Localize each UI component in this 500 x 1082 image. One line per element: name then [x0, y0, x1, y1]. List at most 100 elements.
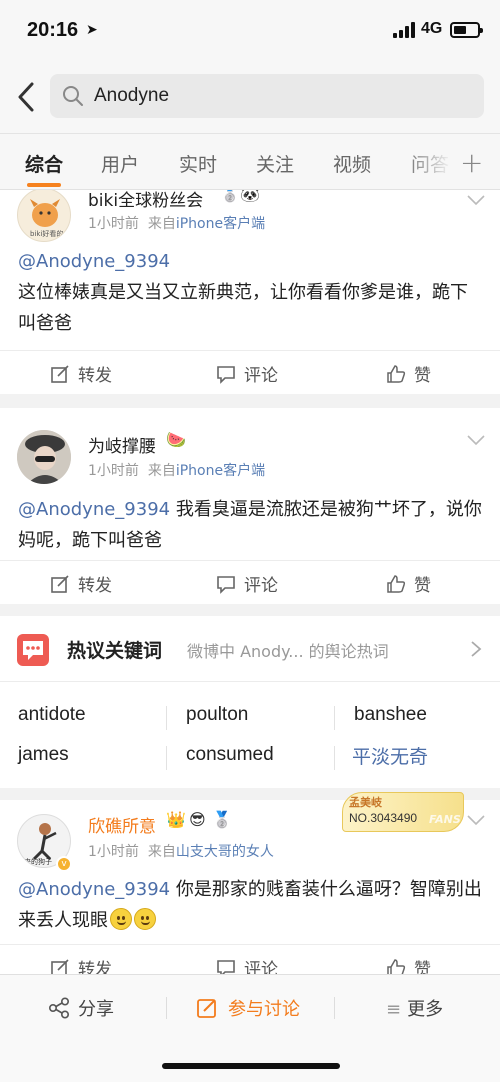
medal-icon: 🥈 [212, 810, 232, 829]
feed: biki好看的 biki全球粉丝会 🥈 🐼 1小时前 来自iPhone客户端 @… [0, 190, 500, 974]
like-icon [387, 959, 406, 974]
keyword-item[interactable]: 平淡无奇 [352, 742, 428, 769]
more-button[interactable]: ≡ 更多 [386, 995, 443, 1021]
like-button[interactable]: 赞 [386, 571, 431, 596]
repost-icon [51, 959, 69, 974]
share-icon [48, 997, 70, 1019]
divider [334, 997, 335, 1019]
like-icon [387, 365, 406, 383]
bottom-action-bar: 分享 参与讨论 ≡ 更多 [0, 974, 500, 1082]
divider [166, 706, 167, 730]
back-icon[interactable] [12, 80, 42, 114]
comment-icon [217, 576, 235, 594]
divider [334, 706, 335, 730]
status-bar: 20:16 ➤ 4G [0, 0, 500, 62]
keyword-item[interactable]: banshee [354, 704, 427, 726]
hot-keywords-header[interactable]: 热议关键词 微博中 Anody... 的舆论热词 [0, 616, 500, 682]
tab-users[interactable]: 用户 [101, 150, 139, 177]
chevron-down-icon[interactable] [466, 194, 486, 206]
divider [166, 746, 167, 770]
mention-link[interactable]: @Anodyne_9394 [18, 879, 170, 900]
verified-badge-icon: v [56, 856, 72, 872]
like-icon [387, 575, 406, 593]
repost-button[interactable]: 转发 [50, 361, 112, 386]
medal-icon: 🥈 [220, 190, 240, 203]
search-icon [63, 86, 83, 106]
post-username[interactable]: 欣礁所意 [88, 812, 156, 837]
fan-badge-number: NO.3043490 [349, 811, 418, 825]
tab-video[interactable]: 视频 [333, 150, 371, 177]
fan-badge-tag: FANS [429, 813, 461, 826]
post-content: @Anodyne_9394 这位棒婊真是又当又立新典范，让你看看你爹是谁，跪下叫爸… [18, 251, 468, 334]
status-time: 20:16 [27, 19, 79, 41]
repost-button[interactable]: 转发 [50, 955, 112, 974]
keyword-item[interactable]: antidote [18, 704, 86, 726]
mention-link[interactable]: @Anodyne_9394 [18, 251, 170, 272]
battery-icon [450, 22, 483, 38]
post-meta: 1小时前 来自iPhone客户端 [88, 216, 266, 232]
avatar-caption: 来的狗子 [24, 858, 52, 866]
chevron-down-icon[interactable] [466, 434, 486, 446]
keyword-item[interactable]: poulton [186, 704, 248, 726]
keyword-item[interactable]: consumed [186, 744, 274, 766]
tab-comprehensive[interactable]: 综合 [25, 150, 63, 177]
active-tab-indicator [27, 183, 61, 187]
watermelon-icon: 🍉 [166, 430, 186, 449]
mention-link[interactable]: @Anodyne_9394 [18, 499, 170, 520]
hot-keywords-subtitle: 微博中 Anody... 的舆论热词 [187, 642, 389, 661]
avatar[interactable]: biki好看的 [17, 190, 71, 242]
tab-bar: 综合 用户 实时 关注 视频 问答 + [0, 134, 500, 190]
avatar[interactable] [17, 430, 71, 484]
post-meta: 1小时前 来自山支大哥的女人 [88, 844, 274, 860]
chat-bubble-icon [17, 634, 49, 666]
post-username[interactable]: 为岐撑腰 [88, 432, 156, 457]
like-button[interactable]: 赞 [386, 361, 431, 386]
divider [334, 746, 335, 770]
location-arrow-icon: ➤ [86, 22, 98, 38]
comment-button[interactable]: 评论 [216, 571, 278, 596]
tab-following[interactable]: 关注 [256, 150, 294, 177]
post-card: biki好看的 biki全球粉丝会 🥈 🐼 1小时前 来自iPhone客户端 @… [0, 190, 500, 394]
keyword-item[interactable]: james [18, 744, 69, 766]
post-actions: 转发 评论 赞 [0, 944, 500, 974]
search-box[interactable] [50, 74, 484, 118]
smile-emoji-icon [110, 908, 132, 930]
network-type: 4G [421, 20, 443, 37]
home-indicator[interactable] [162, 1063, 340, 1069]
fan-badge-title: 孟美岐 [349, 796, 382, 809]
discuss-button[interactable]: 参与讨论 [196, 995, 300, 1021]
post-username[interactable]: biki全球粉丝会 [88, 190, 203, 211]
crown-icon: 👑 [166, 810, 186, 829]
cool-face-icon: 😎 [189, 810, 206, 829]
repost-icon [51, 365, 69, 383]
panda-icon: 🐼 [240, 190, 260, 203]
comment-button[interactable]: 评论 [216, 955, 278, 974]
edit-icon [197, 999, 216, 1018]
tab-realtime[interactable]: 实时 [179, 150, 217, 177]
post-meta: 1小时前 来自iPhone客户端 [88, 463, 266, 479]
comment-icon [217, 960, 235, 974]
share-button[interactable]: 分享 [48, 995, 114, 1021]
post-card: 来的狗子 v 欣礁所意 👑 😎 🥈 孟美岐 NO.3043490 FANS 1小… [0, 792, 500, 974]
repost-button[interactable]: 转发 [50, 571, 112, 596]
comment-icon [217, 366, 235, 384]
post-content: @Anodyne_9394 我看臭逼是流脓还是被狗艹坏了，说你妈呢，跪下叫爸爸 [18, 499, 482, 551]
hot-keywords-grid: antidote poulton banshee james consumed … [0, 682, 500, 788]
post-actions: 转发 评论 赞 [0, 560, 500, 604]
avatar-caption: biki好看的 [30, 230, 64, 238]
signal-icon [393, 22, 415, 38]
repost-icon [51, 575, 69, 593]
post-content: @Anodyne_9394 你是那家的贱畜装什么逼呀？智障别出来丢人现眼 [18, 879, 482, 931]
post-card: 为岐撑腰 🍉 1小时前 来自iPhone客户端 @Anodyne_9394 我看… [0, 408, 500, 604]
post-actions: 转发 评论 赞 [0, 350, 500, 394]
fan-badge[interactable]: 孟美岐 NO.3043490 FANS [342, 792, 464, 832]
chevron-down-icon[interactable] [466, 814, 486, 826]
add-tab-icon[interactable]: + [460, 146, 483, 179]
like-button[interactable]: 赞 [386, 955, 431, 974]
comment-button[interactable]: 评论 [216, 361, 278, 386]
menu-icon: ≡ [386, 999, 402, 1020]
divider [166, 997, 167, 1019]
avatar-person-icon [17, 430, 71, 484]
search-header [0, 62, 500, 134]
search-input[interactable] [94, 80, 464, 112]
